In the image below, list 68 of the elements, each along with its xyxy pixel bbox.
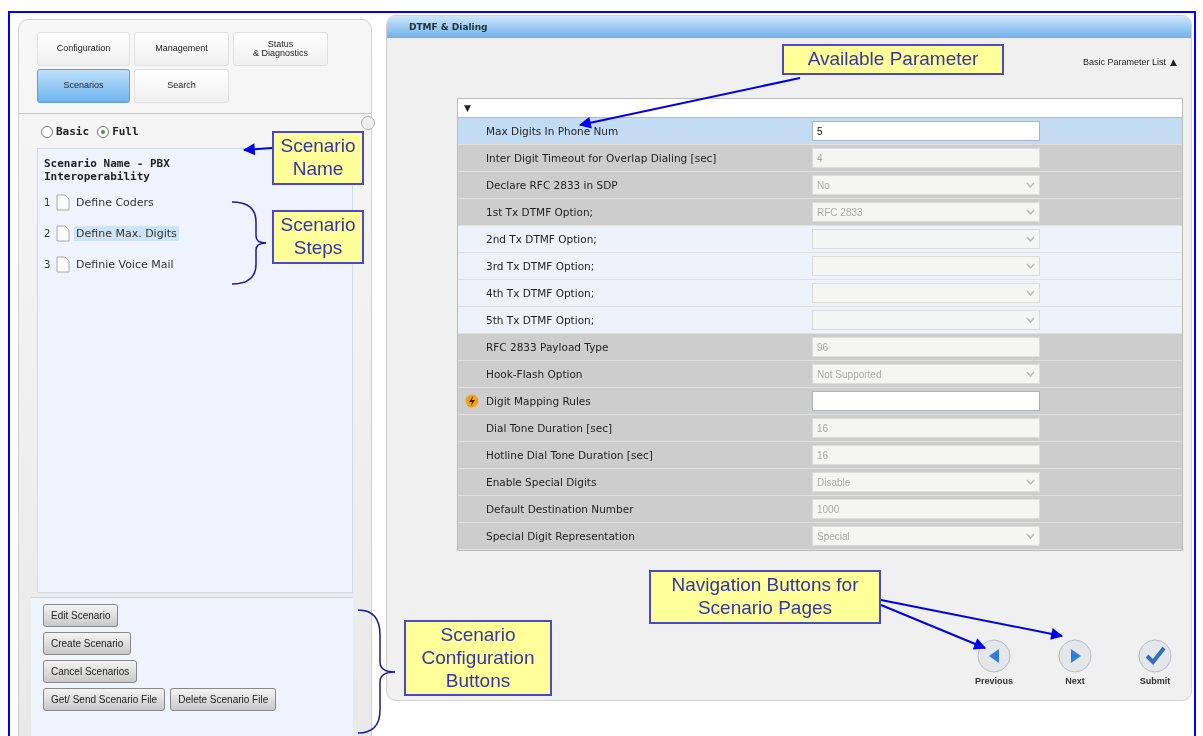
parameter-label: Default Destination Number [486,503,635,515]
callout-label: Scenario Configuration Buttons [404,620,552,697]
parameter-label: Enable Special Digits [486,476,598,488]
next-button[interactable]: Next [1057,638,1093,686]
collapse-glyph[interactable]: ▼ [464,103,471,113]
parameter-label: Declare RFC 2833 in SDP [486,179,619,191]
submit-button[interactable]: Submit [1137,638,1173,686]
previous-button[interactable]: Previous [974,638,1013,686]
parameter-label: 1st Tx DTMF Option; [486,206,595,218]
parameter-label: RFC 2833 Payload Type [486,341,610,353]
scenario-button[interactable]: Get/ Send Scenario File [43,688,166,711]
radio-button[interactable] [41,125,53,138]
parameter-label: 4th Tx DTMF Option; [486,287,596,299]
nav-tab[interactable]: Search [134,69,229,103]
chevron-down-icon [1026,236,1035,242]
scenario-button[interactable]: Edit Scenario [43,604,119,627]
radio-label: Basic [56,125,90,138]
parameter-label: 2nd Tx DTMF Option; [486,233,598,245]
callout-arrow [242,143,273,156]
parameter-list-toggle[interactable]: Basic Parameter List [1083,57,1167,67]
step-number: 3 [44,259,52,270]
callout-label: Navigation Buttons for Scenario Pages [649,570,881,624]
document-icon [56,256,70,273]
help-icon[interactable] [361,116,375,130]
scenario-button[interactable]: Create Scenario [43,632,132,655]
chevron-down-icon [1026,533,1035,539]
nav-tab[interactable]: Management [134,32,229,66]
chevron-down-icon [1026,263,1035,269]
nav-tab[interactable]: Scenarios [37,69,130,103]
toggle-glyph[interactable]: ▲ [1170,57,1177,67]
chevron-down-icon [1026,317,1035,323]
panel-title: DTMF & Dialing [387,16,1191,38]
input-field[interactable]: 5 [812,121,1040,141]
chevron-down-icon [1026,479,1035,485]
input-field[interactable] [812,391,1040,411]
scenario-button[interactable]: Cancel Scenarios [43,660,138,683]
step-number: 2 [44,228,52,239]
callout-label: Scenario Steps [272,210,364,264]
chevron-down-icon [1026,290,1035,296]
scenario-step[interactable]: Define Coders [74,195,156,210]
chevron-down-icon [1026,182,1035,188]
parameter-row[interactable]: Digit Mapping Rules [458,388,1182,415]
parameter-label: Hook-Flash Option [486,368,584,380]
parameter-label: Hotline Dial Tone Duration [sec] [486,449,654,461]
parameter-label: Digit Mapping Rules [486,395,592,407]
document-icon [56,225,70,242]
scenario-step[interactable]: Definie Voice Mail [74,257,176,272]
chevron-down-icon [1026,371,1035,377]
chevron-down-icon [1026,209,1035,215]
parameter-row[interactable]: Max Digits In Phone Num 5 [458,118,1182,145]
nav-tab[interactable]: Configuration [37,32,130,66]
parameter-label: Inter Digit Timeout for Overlap Dialing [sec] [486,152,718,164]
scenario-name: Scenario Name - PBX Interoperability [44,157,171,183]
document-icon [56,194,70,211]
parameter-label: 5th Tx DTMF Option; [486,314,596,326]
scenario-step[interactable]: Define Max. Digits [74,226,179,241]
radio-button[interactable] [97,125,110,138]
callout-label: Available Parameter [782,44,1004,75]
radio-label: Full [112,125,139,138]
parameter-label: 3rd Tx DTMF Option; [486,260,596,272]
scenario-button[interactable]: Delete Scenario File [170,688,277,711]
check-icon [1137,638,1173,674]
parameter-label: Max Digits In Phone Num [486,125,620,137]
callout-label: Scenario Name [272,131,364,185]
nav-tab[interactable]: Status & Diagnostics [233,32,328,66]
parameter-label: Special Digit Representation [486,530,636,542]
step-number: 1 [44,197,52,208]
parameter-label: Dial Tone Duration [sec] [486,422,614,434]
